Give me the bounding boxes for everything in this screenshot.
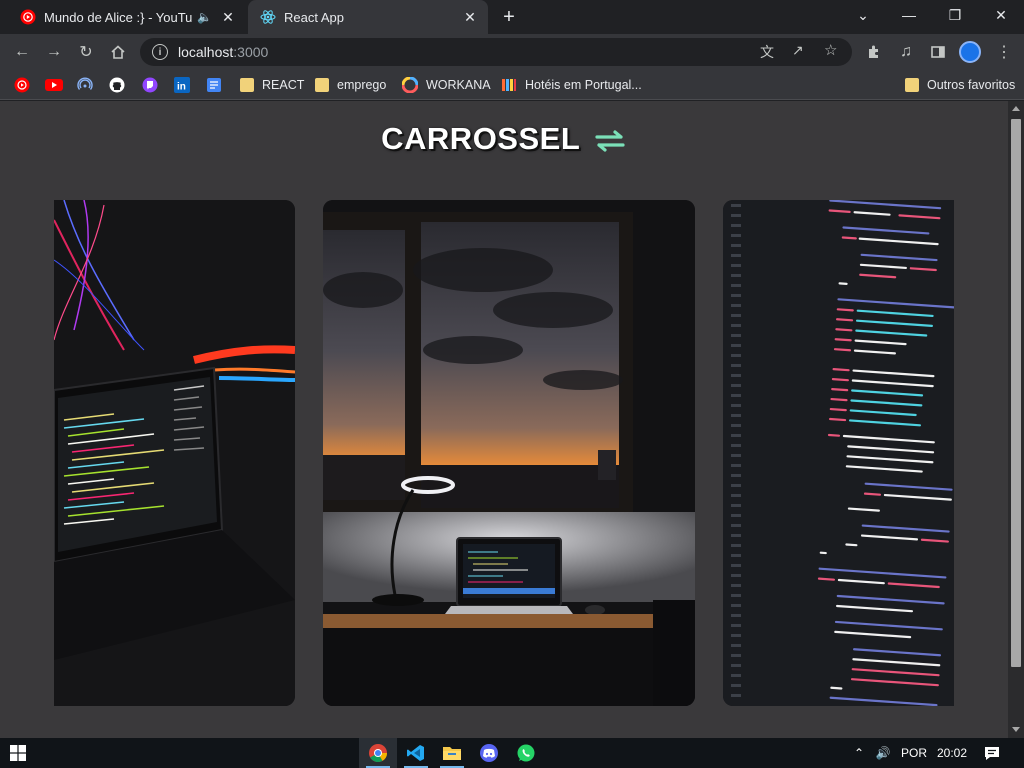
share-icon[interactable]: ↗ <box>792 42 804 59</box>
close-window-button[interactable]: ✕ <box>978 0 1024 30</box>
clock[interactable]: 20:02 <box>934 738 970 768</box>
tab-title: React App <box>284 9 344 25</box>
bookmark-hotels[interactable]: Hotéis em Portugal... <box>501 75 642 95</box>
new-tab-button[interactable]: + <box>498 6 520 28</box>
svg-text:in: in <box>177 82 186 93</box>
whatsapp-icon <box>517 744 535 762</box>
code-screen-image <box>723 200 954 706</box>
site-info-icon[interactable]: i <box>152 44 168 60</box>
bookmark-youtube[interactable] <box>45 75 63 95</box>
profile-avatar[interactable] <box>959 41 981 63</box>
github-icon <box>109 77 125 93</box>
taskbar-chrome[interactable] <box>359 738 397 768</box>
podcast-icon <box>77 77 93 90</box>
discord-icon <box>480 744 498 762</box>
windows-taskbar: ⌃ 🔊 POR 20:02 <box>0 738 1024 768</box>
window-sunset-laptop-image <box>323 200 695 706</box>
youtube-icon <box>45 79 63 91</box>
bookmark-label: emprego <box>337 78 387 92</box>
hotels-icon <box>502 79 516 91</box>
media-controls-icon[interactable]: ♫ <box>894 40 918 64</box>
minimize-button[interactable]: — <box>886 0 932 30</box>
page-scrollbar[interactable] <box>1008 101 1024 738</box>
carousel-card-window-sunset[interactable] <box>323 200 695 706</box>
bookmark-label: REACT <box>262 78 305 92</box>
bookmark-google-docs[interactable] <box>206 75 222 95</box>
twitch-icon <box>142 77 158 93</box>
folder-icon <box>315 78 329 92</box>
forward-arrow-icon[interactable]: → <box>42 40 66 64</box>
bookmark-other-favorites[interactable]: Outros favoritos <box>905 75 1015 95</box>
url-port: :3000 <box>233 44 269 60</box>
taskbar-vscode[interactable] <box>397 738 435 768</box>
folder-icon <box>905 78 919 92</box>
linkedin-icon: in <box>174 77 190 93</box>
bookmark-youtube-music[interactable] <box>14 75 30 95</box>
scroll-up-icon[interactable] <box>1012 106 1020 111</box>
bookmark-label: Outros favoritos <box>927 78 1016 92</box>
youtube-music-icon <box>14 77 30 93</box>
folder-icon <box>240 78 254 92</box>
tab-title: Mundo de Alice :} - YouTube <box>44 9 194 25</box>
bookmark-workana[interactable]: WORKANA <box>402 75 491 95</box>
close-tab-icon[interactable]: ✕ <box>220 9 236 26</box>
youtube-icon <box>20 9 36 25</box>
bookmark-github[interactable] <box>109 75 125 95</box>
vscode-icon <box>407 745 424 761</box>
browser-toolbar: ← → ↻ i localhost:3000 文 ↗ ☆ ♫ ⋮ <box>0 34 1024 70</box>
bookmark-podcast[interactable] <box>77 75 93 95</box>
chrome-icon <box>369 744 387 763</box>
side-panel-icon[interactable] <box>926 40 950 64</box>
carousel-card-laptop-neon[interactable] <box>54 200 295 706</box>
bookmark-linkedin[interactable]: in <box>174 75 190 95</box>
workana-icon <box>402 77 418 93</box>
restore-button[interactable]: ❐ <box>932 0 978 30</box>
scroll-down-icon[interactable] <box>1012 727 1020 732</box>
laptop-neon-image <box>54 200 295 706</box>
notifications-icon[interactable] <box>980 738 1004 768</box>
reload-icon[interactable]: ↻ <box>74 40 98 64</box>
taskbar-file-explorer[interactable] <box>433 738 471 768</box>
bookmark-label: Hotéis em Portugal... <box>525 78 642 92</box>
tab-search-icon[interactable]: ⌄ <box>840 0 886 30</box>
start-button[interactable] <box>0 738 36 768</box>
language-indicator[interactable]: POR <box>898 738 930 768</box>
page-viewport: CARROSSEL <box>0 101 1008 738</box>
home-icon[interactable] <box>106 40 130 64</box>
menu-kebab-icon[interactable]: ⋮ <box>992 40 1016 64</box>
volume-icon[interactable]: 🔊 <box>872 738 894 768</box>
tab-youtube[interactable]: Mundo de Alice :} - YouTube 🔈 ✕ <box>8 0 246 34</box>
taskbar-whatsapp[interactable] <box>507 738 545 768</box>
windows-logo-icon <box>10 745 26 761</box>
page-title-block: CARROSSEL <box>0 121 1008 157</box>
close-tab-icon[interactable]: ✕ <box>462 9 478 26</box>
tab-react-app[interactable]: React App ✕ <box>248 0 488 34</box>
carousel-card-code-screen[interactable] <box>723 200 954 706</box>
swap-arrows-icon <box>595 130 625 152</box>
react-icon <box>260 10 276 24</box>
taskbar-discord[interactable] <box>470 738 508 768</box>
bookmark-twitch[interactable] <box>142 75 158 95</box>
extensions-icon[interactable] <box>862 40 886 64</box>
tray-overflow-icon[interactable]: ⌃ <box>850 738 868 768</box>
bookmark-folder-react[interactable]: REACT <box>240 75 304 95</box>
file-explorer-icon <box>443 747 461 760</box>
back-arrow-icon[interactable]: ← <box>10 40 34 64</box>
bookmark-label: WORKANA <box>426 78 491 92</box>
page-title: CARROSSEL <box>381 121 580 156</box>
tab-strip: Mundo de Alice :} - YouTube 🔈 ✕ React Ap… <box>0 0 1024 34</box>
address-bar[interactable]: i localhost:3000 文 ↗ ☆ <box>140 38 852 66</box>
scrollbar-thumb[interactable] <box>1011 119 1021 667</box>
url-host: localhost <box>178 44 234 60</box>
bookmark-folder-emprego[interactable]: emprego <box>315 75 386 95</box>
google-docs-icon <box>207 78 221 92</box>
speaker-icon[interactable]: 🔈 <box>197 10 212 24</box>
translate-icon[interactable]: 文 <box>760 42 774 62</box>
bookmark-star-icon[interactable]: ☆ <box>824 41 837 59</box>
bookmarks-bar: in REACT emprego WORKANA Hotéis em Portu… <box>0 70 1024 100</box>
